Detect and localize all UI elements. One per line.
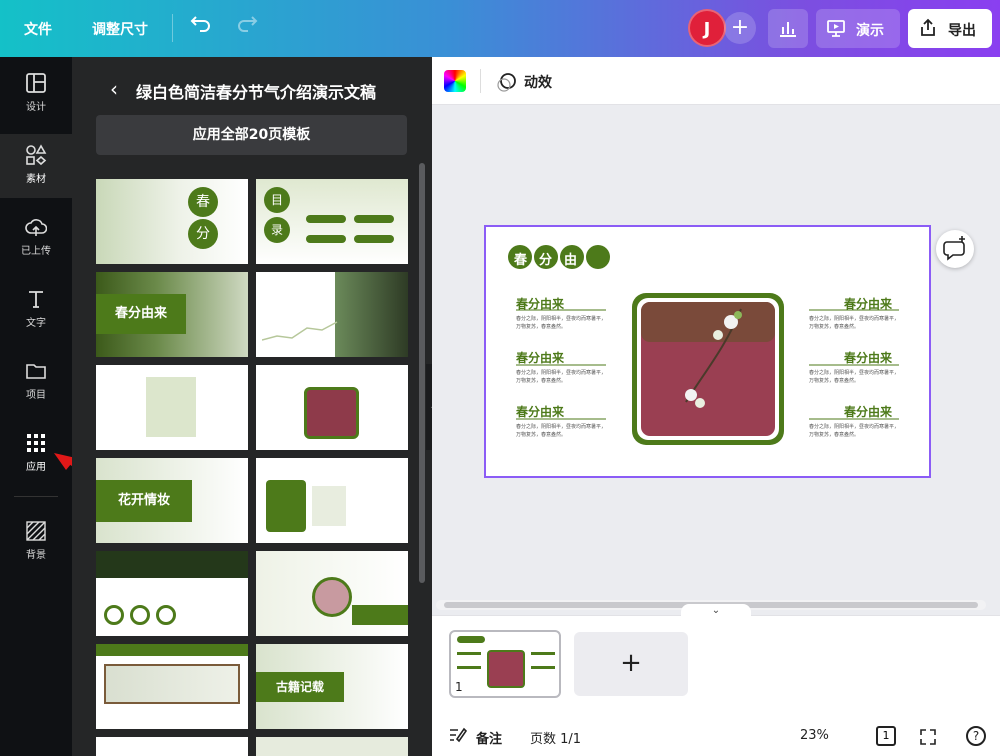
cloud-upload-icon: [25, 219, 47, 236]
animate-icon[interactable]: [496, 71, 518, 97]
nav-item-elements[interactable]: 素材: [0, 134, 72, 198]
template-thumb-cover[interactable]: 春 分: [96, 179, 248, 264]
template-thumb-layout-b[interactable]: [256, 365, 408, 450]
nav-item-design[interactable]: 设计: [0, 62, 72, 126]
slide-heading: 春分由来: [516, 351, 565, 365]
slide-heading: 春分由来: [516, 297, 565, 311]
slide-body: 春分之际，阴阳相半，昼夜均而寒暑平，万物复苏，春意盎然。: [516, 370, 607, 384]
template-thumb-partial-b[interactable]: [256, 737, 408, 756]
thumb-title: 春分由来: [96, 294, 186, 334]
slide-heading: 春分由来: [844, 297, 893, 311]
canvas-toolbar: 动效: [432, 57, 1000, 105]
thumb-title-char: 目: [264, 187, 290, 213]
slide-heading: 春分由来: [844, 405, 893, 419]
resize-button[interactable]: 调整尺寸: [92, 19, 148, 39]
page-thumbnail[interactable]: 1: [449, 630, 561, 698]
apply-all-button[interactable]: 应用全部20页模板: [96, 115, 407, 155]
slide-heading: 春分由来: [516, 405, 565, 419]
layout-icon: [26, 73, 46, 93]
folder-icon: [26, 364, 46, 379]
template-thumb-data[interactable]: [96, 551, 248, 636]
thumb-title: 古籍记载: [256, 672, 344, 702]
nav-label: 素材: [26, 174, 46, 185]
text-icon: [29, 291, 43, 308]
comment-plus-icon: [943, 236, 965, 261]
add-comment-button[interactable]: [936, 230, 974, 268]
slide-canvas[interactable]: 春分由来 春分由来 春分之际，阴阳相半，昼夜均而寒暑平，万物复苏，春意盎然。 春…: [484, 225, 931, 478]
nav-label: 文字: [26, 318, 46, 329]
thumb-title-char: 分: [188, 219, 218, 249]
template-title: 绿白色简洁春分节气介绍演示文稿: [136, 83, 377, 102]
top-bar: 文件 调整尺寸 J + 演示 导出: [0, 0, 1000, 57]
nav-item-projects[interactable]: 项目: [0, 350, 72, 414]
shapes-icon: [26, 144, 47, 166]
nav-label: 已上传: [21, 246, 51, 257]
slide-body: 春分之际，阴阳相半，昼夜均而寒暑平，万物复苏，春意盎然。: [516, 316, 607, 330]
divider: [480, 69, 481, 93]
fullscreen-icon[interactable]: [918, 727, 938, 751]
export-label: 导出: [948, 23, 976, 39]
undo-icon[interactable]: [190, 14, 212, 44]
add-collaborator-button[interactable]: +: [724, 12, 756, 44]
thumb-title-char: 春: [188, 187, 218, 217]
thumb-title-char: 录: [264, 217, 290, 243]
nav-label: 项目: [26, 390, 46, 401]
template-thumb-chart[interactable]: [256, 272, 408, 357]
template-thumb-records[interactable]: 古籍记载: [256, 644, 408, 729]
notes-label[interactable]: 备注: [476, 728, 502, 747]
page-grid-icon[interactable]: 1: [876, 726, 896, 746]
nav-label: 设计: [26, 102, 46, 113]
template-thumb-features[interactable]: 花开情妆: [96, 458, 248, 543]
thumb-title: 花开情妆: [96, 480, 192, 522]
slide-body: 春分之际，阴阳相半，昼夜均而寒暑平，万物复苏，春意盎然。: [809, 316, 900, 330]
share-upload-icon: [918, 18, 938, 42]
template-panel: ‹ 绿白色简洁春分节气介绍演示文稿 应用全部20页模板 春 分 目 录 春分由来…: [72, 57, 432, 756]
slide-title: 春分由来: [510, 253, 590, 287]
user-avatar[interactable]: J: [688, 9, 726, 47]
back-arrow-icon[interactable]: ‹: [110, 77, 118, 101]
help-icon[interactable]: ?: [966, 726, 986, 746]
present-label: 演示: [856, 23, 884, 39]
animate-label[interactable]: 动效: [524, 72, 552, 92]
nav-item-text[interactable]: 文字: [0, 278, 72, 342]
template-thumb-circle[interactable]: [256, 551, 408, 636]
notes-icon[interactable]: [448, 726, 468, 748]
add-page-button[interactable]: +: [574, 632, 688, 696]
divider: [172, 14, 173, 42]
redo-icon[interactable]: [236, 14, 258, 44]
color-picker-icon[interactable]: [444, 70, 466, 92]
file-menu[interactable]: 文件: [24, 19, 52, 39]
bar-chart-icon: [778, 18, 798, 42]
template-thumb-partial-a[interactable]: [96, 737, 248, 756]
template-thumb-origin[interactable]: 春分由来: [96, 272, 248, 357]
template-thumb-photo-strip[interactable]: [96, 644, 248, 729]
template-thumb-contents[interactable]: 目 录: [256, 179, 408, 264]
export-button[interactable]: 导出: [908, 9, 992, 48]
slide-body: 春分之际，阴阳相半，昼夜均而寒暑平，万物复苏，春意盎然。: [809, 424, 900, 438]
page-count[interactable]: 页数 1/1: [530, 728, 581, 747]
nav-item-uploads[interactable]: 已上传: [0, 206, 72, 270]
page-number: 1: [455, 680, 463, 694]
zoom-level[interactable]: 23%: [800, 728, 829, 743]
slide-body: 春分之际，阴阳相半，昼夜均而寒暑平，万物复苏，春意盎然。: [809, 370, 900, 384]
slide-heading: 春分由来: [844, 351, 893, 365]
chevron-down-icon[interactable]: ⌄: [681, 604, 751, 618]
slide-body: 春分之际，阴阳相半，昼夜均而寒暑平，万物复苏，春意盎然。: [516, 424, 607, 438]
template-thumb-layout-a[interactable]: [96, 365, 248, 450]
insights-button[interactable]: [768, 9, 808, 48]
template-thumb-layout-c[interactable]: [256, 458, 408, 543]
present-button[interactable]: 演示: [816, 9, 900, 48]
panel-scrollbar[interactable]: [419, 163, 425, 583]
present-icon: [826, 18, 846, 42]
left-nav: 设计 素材 已上传 文字 项目 应用 背景: [0, 57, 72, 756]
